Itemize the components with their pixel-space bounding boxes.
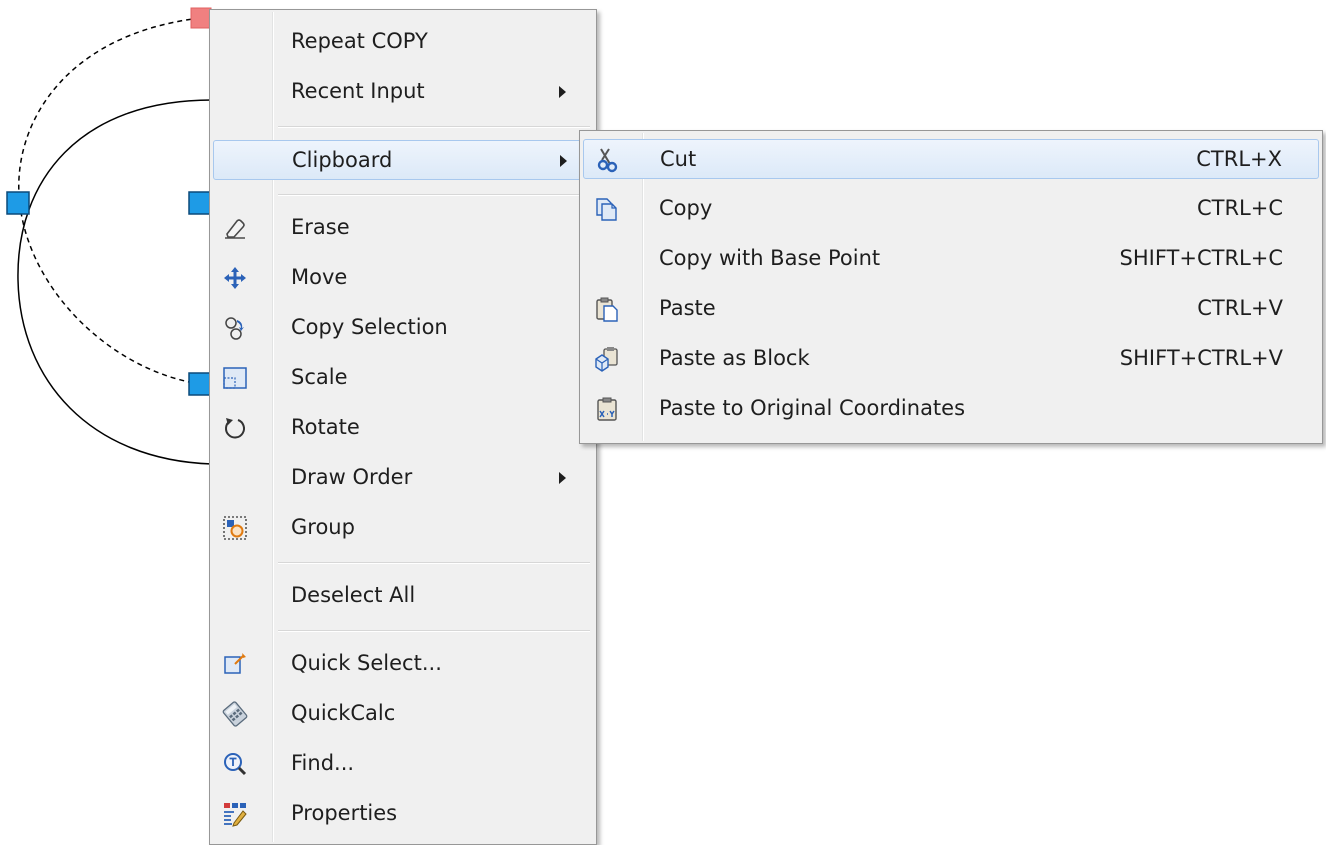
shortcut-label: CTRL+C <box>1196 196 1283 220</box>
submenu-arrow-icon <box>560 155 567 167</box>
submenu-arrow-icon <box>559 472 566 484</box>
menu-item-group[interactable]: Group <box>213 508 593 548</box>
copy-objects-icon <box>222 315 248 341</box>
menu-item-label: QuickCalc <box>291 701 396 725</box>
rotate-icon <box>222 415 248 441</box>
submenu-item-paste-to-original-coordinates[interactable]: Paste to Original Coordinates <box>583 389 1319 429</box>
paste-coordinates-icon <box>594 396 620 422</box>
selected-arc-dashed[interactable] <box>18 17 201 385</box>
quick-select-icon <box>222 651 248 677</box>
menu-item-deselect-all[interactable]: Deselect All <box>213 576 593 616</box>
group-icon <box>222 515 248 541</box>
menu-item-rotate[interactable]: Rotate <box>213 408 593 448</box>
grip-left[interactable] <box>6 191 30 215</box>
menu-item-draw-order[interactable]: Draw Order <box>213 458 593 498</box>
menu-separator <box>278 562 590 564</box>
copy-icon <box>594 196 620 222</box>
submenu-item-paste-as-block[interactable]: Paste as Block SHIFT+CTRL+V <box>583 339 1319 379</box>
context-menu: Repeat COPY Recent Input Clipboard Erase… <box>209 9 597 845</box>
move-arrows-icon <box>222 265 248 291</box>
submenu-arrow-icon <box>559 86 566 98</box>
shortcut-label: SHIFT+CTRL+C <box>1119 246 1284 270</box>
menu-item-label: Find... <box>291 751 355 775</box>
menu-item-find[interactable]: Find... <box>213 744 593 784</box>
arc-solid[interactable] <box>17 99 213 465</box>
menu-item-label: Quick Select... <box>291 651 442 675</box>
menu-separator <box>278 126 590 128</box>
shortcut-label: CTRL+V <box>1197 296 1283 320</box>
menu-item-label: Draw Order <box>291 465 413 489</box>
properties-icon <box>222 801 248 827</box>
menu-item-label: Move <box>291 265 348 289</box>
menu-item-label: Scale <box>291 365 348 389</box>
eraser-icon <box>222 215 248 241</box>
menu-item-label: Deselect All <box>291 583 416 607</box>
menu-item-erase[interactable]: Erase <box>213 208 593 248</box>
calculator-icon <box>222 701 248 727</box>
submenu-item-label: Paste as Block <box>659 346 810 370</box>
menu-item-label: Repeat COPY <box>291 29 428 53</box>
menu-item-clipboard[interactable]: Clipboard <box>213 140 593 180</box>
scale-icon <box>222 365 248 391</box>
submenu-item-cut[interactable]: Cut CTRL+X <box>583 139 1319 179</box>
submenu-item-paste[interactable]: Paste CTRL+V <box>583 289 1319 329</box>
menu-item-label: Erase <box>291 215 350 239</box>
menu-item-copy-selection[interactable]: Copy Selection <box>213 308 593 348</box>
menu-item-label: Recent Input <box>291 79 425 103</box>
menu-item-quick-select[interactable]: Quick Select... <box>213 644 593 684</box>
grip-bottom[interactable] <box>188 372 212 396</box>
find-text-icon <box>222 751 248 777</box>
menu-item-move[interactable]: Move <box>213 258 593 298</box>
shortcut-label: CTRL+X <box>1196 147 1282 171</box>
menu-separator <box>278 630 590 632</box>
menu-item-repeat-copy[interactable]: Repeat COPY <box>213 22 593 62</box>
menu-item-recent-input[interactable]: Recent Input <box>213 72 593 112</box>
submenu-item-label: Paste to Original Coordinates <box>659 396 966 420</box>
menu-item-label: Clipboard <box>292 148 393 172</box>
submenu-item-label: Copy <box>659 196 713 220</box>
paste-block-icon <box>594 346 620 372</box>
menu-item-label: Rotate <box>291 415 360 439</box>
clipboard-submenu: Cut CTRL+X Copy CTRL+C Copy with Base Po… <box>579 130 1323 444</box>
submenu-item-label: Paste <box>659 296 716 320</box>
menu-separator <box>278 194 590 196</box>
menu-item-label: Group <box>291 515 355 539</box>
scissors-icon <box>595 147 621 173</box>
menu-item-properties[interactable]: Properties <box>213 794 593 834</box>
submenu-item-copy-with-base-point[interactable]: Copy with Base Point SHIFT+CTRL+C <box>583 239 1319 279</box>
menu-item-scale[interactable]: Scale <box>213 358 593 398</box>
paste-icon <box>594 296 620 322</box>
menu-item-label: Properties <box>291 801 398 825</box>
submenu-item-label: Cut <box>660 147 697 171</box>
menu-item-quickcalc[interactable]: QuickCalc <box>213 694 593 734</box>
grip-middle[interactable] <box>188 191 212 215</box>
submenu-item-copy[interactable]: Copy CTRL+C <box>583 189 1319 229</box>
shortcut-label: SHIFT+CTRL+V <box>1119 346 1283 370</box>
menu-item-label: Copy Selection <box>291 315 448 339</box>
submenu-item-label: Copy with Base Point <box>659 246 881 270</box>
grip-hot[interactable] <box>190 7 212 29</box>
